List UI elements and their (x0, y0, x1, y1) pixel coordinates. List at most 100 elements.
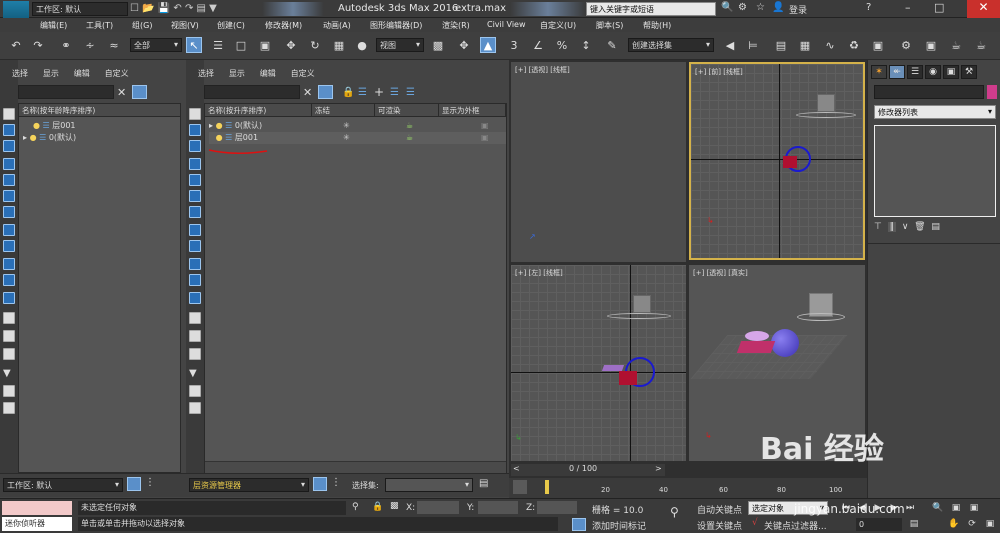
bind-space-warp-icon[interactable]: ≈ (106, 38, 122, 54)
display-groups-icon[interactable] (3, 258, 15, 270)
link-icon[interactable]: ⚭ (58, 38, 74, 54)
visibility-icon[interactable]: ● (216, 121, 223, 130)
scene-sphere[interactable] (771, 329, 799, 357)
display-geometry-icon[interactable] (3, 158, 15, 170)
box-display-icon[interactable]: ▣ (481, 120, 489, 132)
explorer-column-header[interactable]: 名称(按年龄降序排序) (19, 104, 180, 117)
named-selection-dropdown[interactable]: 创建选择集 ▾ (628, 38, 714, 52)
help-icon[interactable]: ? (866, 2, 871, 13)
layer-explorer-selector[interactable]: 层资源管理器 ▾ (189, 478, 309, 492)
scene-object-red[interactable] (619, 371, 637, 385)
rotate-icon[interactable]: ↻ (307, 38, 323, 54)
layer-search-input[interactable] (204, 85, 300, 99)
layer-explorer-icon[interactable]: ▤ (773, 38, 789, 54)
curve-editor-icon[interactable]: ∿ (822, 38, 838, 54)
display-groups-icon[interactable] (189, 258, 201, 270)
render-production-icon[interactable]: ☕ (948, 38, 964, 54)
orbit-icon[interactable]: ⟳ (966, 518, 978, 530)
sort-icon[interactable] (189, 348, 201, 360)
mini-curve-editor-icon[interactable] (513, 480, 527, 494)
set-current-layer-icon[interactable]: ☰ (390, 87, 399, 98)
select-object-icon[interactable]: ↖ (186, 37, 202, 53)
quick-access-toolbar[interactable]: ☐ 📂 💾 ↶ ↷ ▤ ▼ (130, 3, 217, 14)
zoom-icon[interactable]: 🔍 (932, 502, 944, 514)
configure-sets-icon[interactable]: ▤ (931, 222, 940, 232)
go-to-end-icon[interactable]: ⏭ (904, 502, 916, 514)
scene-plane[interactable] (601, 365, 625, 371)
tab-edit[interactable]: 编辑 (260, 69, 276, 78)
mirror-icon[interactable]: ◀ (722, 38, 738, 54)
filter-icon[interactable]: ▼ (189, 368, 197, 379)
filter-icon[interactable]: ▼ (3, 368, 11, 379)
percent-snap-icon[interactable]: % (554, 38, 570, 54)
search-toggle-icon[interactable] (3, 385, 15, 397)
hierarchy-toggle-icon-2[interactable]: ⋮ (331, 477, 341, 488)
layer-toggle-icon[interactable] (127, 477, 141, 491)
clear-search-icon[interactable]: ✕ (303, 86, 312, 99)
lock-icon[interactable]: 🔒 (342, 87, 354, 98)
visibility-icon[interactable]: ● (30, 133, 37, 142)
minimize-button[interactable]: – (905, 1, 911, 14)
select-all-icon[interactable] (3, 108, 15, 120)
modifier-list-dropdown[interactable]: 修改器列表 ▾ (874, 105, 996, 119)
rendered-frame-icon[interactable]: ▣ (923, 38, 939, 54)
make-unique-icon[interactable]: ∨ (902, 222, 909, 232)
display-xrefs-icon[interactable] (189, 274, 201, 286)
find-case-icon[interactable] (318, 85, 333, 99)
zoom-all-icon[interactable]: ▣ (950, 502, 962, 514)
menu-civil-view[interactable]: Civil View (487, 20, 526, 29)
schematic-view-icon[interactable]: ♻ (846, 38, 862, 54)
scale-icon[interactable]: ▦ (331, 38, 347, 54)
create-layer-icon[interactable]: ☰ (358, 87, 367, 98)
menu-tools[interactable]: 工具(T) (86, 20, 113, 31)
angle-snap-icon[interactable]: ∠ (530, 38, 546, 54)
add-time-tag[interactable]: 添加时间标记 (592, 519, 646, 532)
menu-create[interactable]: 创建(C) (217, 20, 245, 31)
freeze-icon[interactable]: ✳ (343, 120, 350, 132)
selection-filter-dropdown[interactable]: 全部 ▾ (130, 38, 182, 52)
layer-properties-icon[interactable]: ☰ (406, 87, 415, 98)
subscription-icon[interactable]: ⚙ (738, 2, 747, 13)
menu-views[interactable]: 视图(V) (171, 20, 199, 31)
menu-scripting[interactable]: 脚本(S) (596, 20, 623, 31)
select-all-icon[interactable] (189, 108, 201, 120)
close-button[interactable]: ✕ (967, 0, 1000, 18)
z-coordinate-field[interactable] (537, 501, 577, 514)
menu-group[interactable]: 组(G) (132, 20, 152, 31)
visibility-icon[interactable]: ● (33, 121, 40, 130)
workspace-dropdown[interactable]: 工作区: 默认 (32, 2, 128, 16)
menu-edit[interactable]: 编辑(E) (40, 20, 67, 31)
tab-display[interactable]: 显示 (229, 69, 245, 78)
viewport-label[interactable]: [+] [左] [线框] (515, 268, 563, 278)
align-icon[interactable]: ⊨ (745, 38, 761, 54)
selection-set-dropdown[interactable]: ▾ (385, 478, 473, 492)
render-setup-icon[interactable]: ⚙ (898, 38, 914, 54)
tab-customize[interactable]: 自定义 (105, 69, 129, 78)
layer-sort-icon[interactable] (189, 330, 201, 342)
window-crossing-icon[interactable]: ▣ (257, 38, 273, 54)
key-filters-button[interactable]: 关键点过滤器... (764, 519, 827, 532)
search-icon[interactable]: 🔍 (721, 2, 733, 13)
maxscript-listener[interactable]: 迷你侦听器 (2, 517, 72, 531)
zoom-extents-icon[interactable]: ▣ (968, 502, 980, 514)
layer-row[interactable]: ▸ ● ☰ 0(默认) ✳ ☕ ▣ (209, 120, 506, 132)
hierarchy-toggle-icon[interactable]: ⋮ (145, 477, 155, 488)
absolute-mode-icon[interactable]: ▩ (390, 501, 399, 511)
select-manipulate-icon[interactable]: ✥ (456, 38, 472, 54)
col-display-box[interactable]: 显示为外框 (439, 104, 506, 117)
keyboard-shortcut-override-icon[interactable]: ▲ (480, 37, 496, 53)
tab-select[interactable]: 选择 (12, 69, 28, 78)
time-slider[interactable]: < 0 / 100 > (511, 464, 665, 476)
select-none-icon[interactable] (189, 124, 201, 136)
tree-row[interactable]: ▸ ● ☰ 0(默认) (23, 132, 76, 144)
box-display-icon[interactable]: ▣ (481, 132, 489, 144)
tree-row[interactable]: ● ☰ 层001 (33, 120, 76, 132)
scene-plane[interactable] (745, 331, 769, 341)
modifier-stack[interactable] (874, 125, 996, 217)
tab-edit[interactable]: 编辑 (74, 69, 90, 78)
expand-arrow-icon[interactable]: ▸ (209, 121, 213, 130)
unlink-icon[interactable]: ∻ (82, 38, 98, 54)
display-xrefs-icon[interactable] (3, 274, 15, 286)
pin-icon[interactable]: ⚲ (352, 502, 359, 512)
scene-box[interactable] (817, 94, 835, 112)
